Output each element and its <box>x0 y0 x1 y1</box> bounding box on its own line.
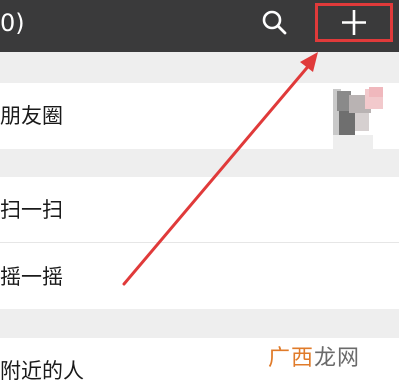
search-button[interactable] <box>260 8 290 38</box>
shake-row[interactable]: 摇一摇 <box>0 243 399 309</box>
moments-label: 朋友圈 <box>0 104 63 128</box>
section-gap <box>0 309 399 338</box>
moments-thumbnail <box>329 83 387 153</box>
add-button[interactable] <box>315 3 393 42</box>
top-bar: 0) <box>0 0 399 52</box>
header-title: 0) <box>0 9 25 37</box>
scan-label: 扫一扫 <box>0 198 63 222</box>
scan-row[interactable]: 扫一扫 <box>0 177 399 242</box>
discover-screen: 0) 朋友圈 扫一扫 摇一摇 附近的人 广西龙网 <box>0 0 399 389</box>
search-icon <box>262 10 287 35</box>
watermark: 广西龙网 <box>268 346 360 372</box>
blurred-avatar-icon <box>329 83 387 153</box>
watermark-part2: 龙网 <box>314 346 361 371</box>
nearby-label: 附近的人 <box>0 359 84 383</box>
plus-icon <box>315 3 393 42</box>
section-gap <box>0 52 399 83</box>
section-gap <box>0 149 399 177</box>
watermark-part1: 广西 <box>268 346 315 371</box>
shake-label: 摇一摇 <box>0 265 63 289</box>
